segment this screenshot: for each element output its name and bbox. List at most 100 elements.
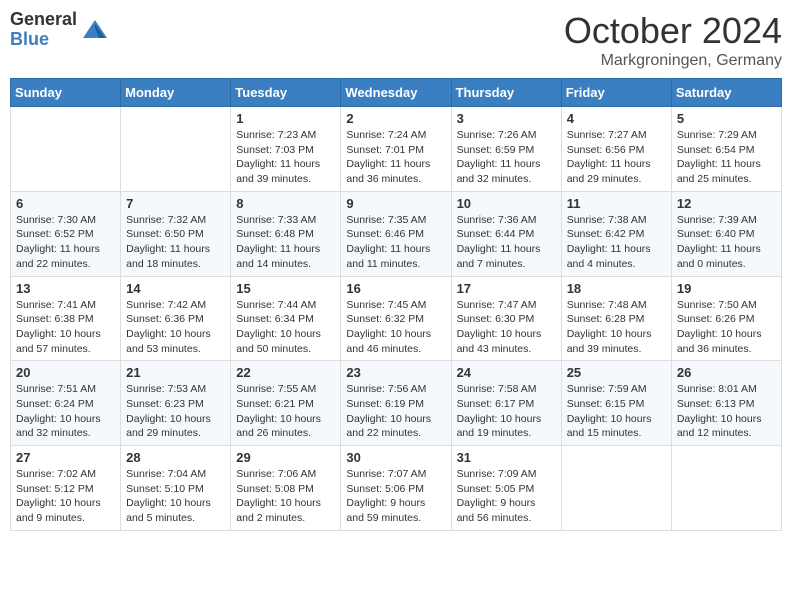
calendar-cell: 1 Sunrise: 7:23 AMSunset: 7:03 PMDaylight…: [231, 107, 341, 192]
sunset-text: Sunset: 6:44 PM: [457, 228, 535, 240]
header-sunday: Sunday: [11, 79, 121, 107]
daylight-text: Daylight: 10 hours and 50 minutes.: [236, 328, 321, 355]
day-number: 1: [236, 111, 335, 126]
daylight-text: Daylight: 11 hours and 32 minutes.: [457, 158, 541, 185]
day-info: Sunrise: 7:53 AMSunset: 6:23 PMDaylight:…: [126, 382, 225, 441]
month-title: October 2024: [564, 10, 782, 52]
day-number: 7: [126, 196, 225, 211]
sunrise-text: Sunrise: 7:55 AM: [236, 383, 316, 395]
calendar-cell: 8Sunrise: 7:33 AMSunset: 6:48 PMDaylight…: [231, 191, 341, 276]
sunset-text: Sunset: 6:54 PM: [677, 144, 755, 156]
day-number: 12: [677, 196, 776, 211]
sunset-text: Sunset: 6:40 PM: [677, 228, 755, 240]
calendar-cell: 13 Sunrise: 7:41 AMSunset: 6:38 PMDayligh…: [11, 276, 121, 361]
calendar-cell: 7Sunrise: 7:32 AMSunset: 6:50 PMDaylight…: [121, 191, 231, 276]
calendar-cell: [561, 446, 671, 531]
daylight-text: Daylight: 11 hours and 25 minutes.: [677, 158, 761, 185]
calendar-cell: 22 Sunrise: 7:55 AMSunset: 6:21 PMDayligh…: [231, 361, 341, 446]
sunset-text: Sunset: 6:28 PM: [567, 313, 645, 325]
sunrise-text: Sunrise: 7:56 AM: [346, 383, 426, 395]
daylight-text: Daylight: 10 hours and 19 minutes.: [457, 413, 542, 440]
calendar-cell: [11, 107, 121, 192]
header-tuesday: Tuesday: [231, 79, 341, 107]
day-number: 25: [567, 365, 666, 380]
day-info: Sunrise: 7:51 AMSunset: 6:24 PMDaylight:…: [16, 382, 115, 441]
day-number: 13: [16, 281, 115, 296]
calendar-cell: 15 Sunrise: 7:44 AMSunset: 6:34 PMDayligh…: [231, 276, 341, 361]
daylight-text: Daylight: 11 hours and 36 minutes.: [346, 158, 430, 185]
day-info: Sunrise: 7:26 AMSunset: 6:59 PMDaylight:…: [457, 128, 556, 187]
sunrise-text: Sunrise: 7:02 AM: [16, 468, 96, 480]
header-thursday: Thursday: [451, 79, 561, 107]
sunrise-text: Sunrise: 7:07 AM: [346, 468, 426, 480]
day-info: Sunrise: 7:45 AMSunset: 6:32 PMDaylight:…: [346, 298, 445, 357]
sunrise-text: Sunrise: 7:06 AM: [236, 468, 316, 480]
day-info: Sunrise: 7:44 AMSunset: 6:34 PMDaylight:…: [236, 298, 335, 357]
sunset-text: Sunset: 6:42 PM: [567, 228, 645, 240]
sunset-text: Sunset: 6:15 PM: [567, 398, 645, 410]
day-number: 22: [236, 365, 335, 380]
day-info: Sunrise: 7:02 AMSunset: 5:12 PMDaylight:…: [16, 467, 115, 526]
day-info: Sunrise: 7:30 AMSunset: 6:52 PMDaylight:…: [16, 213, 115, 272]
calendar-cell: [121, 107, 231, 192]
daylight-text: Daylight: 10 hours and 29 minutes.: [126, 413, 211, 440]
day-info: Sunrise: 7:56 AMSunset: 6:19 PMDaylight:…: [346, 382, 445, 441]
daylight-text: Daylight: 10 hours and 15 minutes.: [567, 413, 652, 440]
page-header: General Blue October 2024 Markgroningen,…: [10, 10, 782, 70]
day-info: Sunrise: 7:09 AMSunset: 5:05 PMDaylight:…: [457, 467, 556, 526]
day-info: Sunrise: 7:59 AMSunset: 6:15 PMDaylight:…: [567, 382, 666, 441]
calendar-cell: 10Sunrise: 7:36 AMSunset: 6:44 PMDayligh…: [451, 191, 561, 276]
calendar-cell: 30Sunrise: 7:07 AMSunset: 5:06 PMDayligh…: [341, 446, 451, 531]
day-number: 27: [16, 450, 115, 465]
daylight-text: Daylight: 10 hours and 5 minutes.: [126, 497, 211, 524]
sunset-text: Sunset: 6:50 PM: [126, 228, 204, 240]
daylight-text: Daylight: 10 hours and 2 minutes.: [236, 497, 321, 524]
calendar-cell: 18Sunrise: 7:48 AMSunset: 6:28 PMDayligh…: [561, 276, 671, 361]
day-number: 24: [457, 365, 556, 380]
day-number: 3: [457, 111, 556, 126]
calendar-cell: 19Sunrise: 7:50 AMSunset: 6:26 PMDayligh…: [671, 276, 781, 361]
calendar-cell: 28Sunrise: 7:04 AMSunset: 5:10 PMDayligh…: [121, 446, 231, 531]
day-info: Sunrise: 7:47 AMSunset: 6:30 PMDaylight:…: [457, 298, 556, 357]
sunrise-text: Sunrise: 7:38 AM: [567, 214, 647, 226]
calendar-cell: 11Sunrise: 7:38 AMSunset: 6:42 PMDayligh…: [561, 191, 671, 276]
sunrise-text: Sunrise: 8:01 AM: [677, 383, 757, 395]
header-row: SundayMondayTuesdayWednesdayThursdayFrid…: [11, 79, 782, 107]
day-info: Sunrise: 7:23 AMSunset: 7:03 PMDaylight:…: [236, 128, 335, 187]
sunrise-text: Sunrise: 7:39 AM: [677, 214, 757, 226]
day-info: Sunrise: 7:29 AMSunset: 6:54 PMDaylight:…: [677, 128, 776, 187]
day-number: 15: [236, 281, 335, 296]
daylight-text: Daylight: 10 hours and 32 minutes.: [16, 413, 101, 440]
sunset-text: Sunset: 6:48 PM: [236, 228, 314, 240]
logo: General Blue: [10, 10, 109, 50]
sunrise-text: Sunrise: 7:53 AM: [126, 383, 206, 395]
daylight-text: Daylight: 10 hours and 12 minutes.: [677, 413, 762, 440]
day-number: 19: [677, 281, 776, 296]
calendar-cell: 31Sunrise: 7:09 AMSunset: 5:05 PMDayligh…: [451, 446, 561, 531]
calendar-cell: 2Sunrise: 7:24 AMSunset: 7:01 PMDaylight…: [341, 107, 451, 192]
day-info: Sunrise: 7:24 AMSunset: 7:01 PMDaylight:…: [346, 128, 445, 187]
calendar-cell: 14Sunrise: 7:42 AMSunset: 6:36 PMDayligh…: [121, 276, 231, 361]
sunrise-text: Sunrise: 7:23 AM: [236, 129, 316, 141]
day-number: 10: [457, 196, 556, 211]
sunrise-text: Sunrise: 7:24 AM: [346, 129, 426, 141]
week-row-0: 1 Sunrise: 7:23 AMSunset: 7:03 PMDaylight…: [11, 107, 782, 192]
daylight-text: Daylight: 11 hours and 22 minutes.: [16, 243, 100, 270]
daylight-text: Daylight: 10 hours and 36 minutes.: [677, 328, 762, 355]
sunset-text: Sunset: 6:36 PM: [126, 313, 204, 325]
sunset-text: Sunset: 5:08 PM: [236, 483, 314, 495]
day-info: Sunrise: 7:48 AMSunset: 6:28 PMDaylight:…: [567, 298, 666, 357]
day-info: Sunrise: 7:55 AMSunset: 6:21 PMDaylight:…: [236, 382, 335, 441]
sunset-text: Sunset: 5:12 PM: [16, 483, 94, 495]
day-info: Sunrise: 7:41 AMSunset: 6:38 PMDaylight:…: [16, 298, 115, 357]
day-number: 28: [126, 450, 225, 465]
daylight-text: Daylight: 10 hours and 53 minutes.: [126, 328, 211, 355]
day-info: Sunrise: 7:42 AMSunset: 6:36 PMDaylight:…: [126, 298, 225, 357]
sunset-text: Sunset: 6:38 PM: [16, 313, 94, 325]
location-title: Markgroningen, Germany: [564, 52, 782, 70]
day-number: 23: [346, 365, 445, 380]
daylight-text: Daylight: 11 hours and 0 minutes.: [677, 243, 761, 270]
day-info: Sunrise: 7:35 AMSunset: 6:46 PMDaylight:…: [346, 213, 445, 272]
header-monday: Monday: [121, 79, 231, 107]
calendar-cell: 25 Sunrise: 7:59 AMSunset: 6:15 PMDayligh…: [561, 361, 671, 446]
